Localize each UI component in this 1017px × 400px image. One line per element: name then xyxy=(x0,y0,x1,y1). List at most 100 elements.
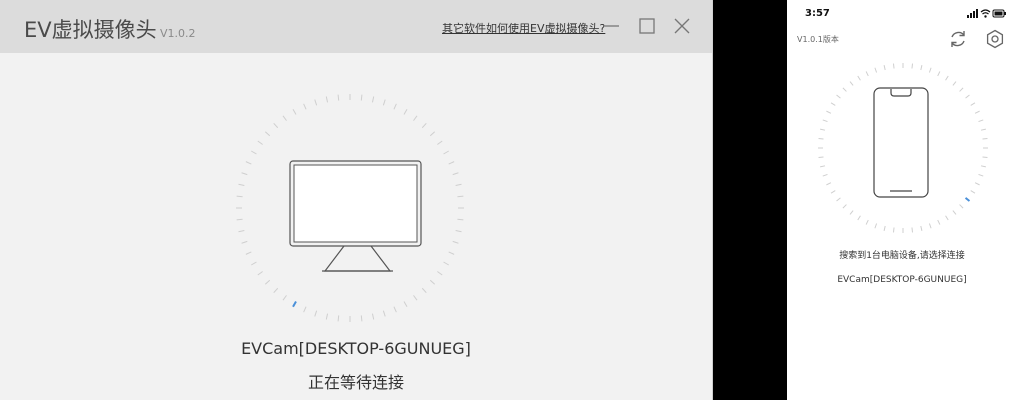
ring-tick xyxy=(273,122,279,129)
minimize-button[interactable] xyxy=(601,15,623,37)
ring-tick xyxy=(264,279,271,285)
ring-tick xyxy=(413,295,418,301)
ring-tick xyxy=(820,165,826,168)
maximize-icon xyxy=(639,18,655,34)
ring-tick xyxy=(982,156,988,159)
ring-tick xyxy=(282,295,287,301)
ring-tick xyxy=(443,150,449,155)
device-list-item[interactable]: EVCam[DESKTOP-6GUNUEG] xyxy=(787,275,1017,285)
help-link[interactable]: 其它软件如何使用EV虚拟摄像头? xyxy=(442,20,605,36)
ring-tick xyxy=(945,215,949,221)
mobile-version: V1.0.1版本 xyxy=(797,35,839,44)
ring-tick xyxy=(371,96,375,103)
ring-tick xyxy=(245,251,252,255)
ring-tick xyxy=(937,71,941,77)
ring-tick xyxy=(830,102,836,106)
ring-tick xyxy=(959,204,964,209)
maximize-button[interactable] xyxy=(636,15,658,37)
ring-tick xyxy=(892,63,895,69)
ring-tick xyxy=(836,197,841,202)
ring-tick xyxy=(257,271,263,276)
ring-tick xyxy=(952,81,957,86)
ring-tick xyxy=(818,137,824,140)
monitor-icon xyxy=(289,160,422,272)
ring-tick-active xyxy=(964,197,971,202)
ring-tick xyxy=(421,287,427,294)
ring-tick xyxy=(238,229,245,233)
ring-tick xyxy=(911,63,914,69)
refresh-icon[interactable] xyxy=(947,28,969,50)
app-version: V1.0.2 xyxy=(160,27,196,40)
ring-tick xyxy=(980,165,986,168)
ring-tick xyxy=(241,240,248,244)
ring-tick xyxy=(236,195,243,198)
ring-tick xyxy=(236,218,243,221)
ring-tick xyxy=(836,94,841,99)
ring-tick xyxy=(303,306,307,313)
ring-tick xyxy=(959,87,964,92)
search-result-message: 搜索到1台电脑设备,请选择连接 xyxy=(839,251,965,261)
ring-tick xyxy=(457,218,464,221)
ring-tick xyxy=(371,313,375,320)
minimize-icon xyxy=(605,25,619,27)
battery-icon xyxy=(992,9,1006,18)
ring-tick xyxy=(314,310,318,317)
ring-tick xyxy=(883,65,886,71)
ring-tick xyxy=(245,161,252,165)
ring-tick xyxy=(393,103,397,110)
ring-tick xyxy=(455,229,462,233)
ring-tick xyxy=(822,119,828,123)
ring-tick xyxy=(928,67,932,73)
searching-ring xyxy=(236,94,464,322)
ring-tick xyxy=(273,287,279,294)
title-bar: EV虚拟摄像头 V1.0.2 其它软件如何使用EV虚拟摄像头? xyxy=(0,0,712,53)
ring-tick xyxy=(978,173,984,177)
ring-tick xyxy=(865,71,869,77)
ring-tick xyxy=(982,137,988,140)
ring-tick xyxy=(937,219,941,225)
background-gap xyxy=(713,0,787,400)
ring-tick xyxy=(820,128,826,131)
ring-tick xyxy=(857,75,861,81)
ring-tick xyxy=(822,173,828,177)
phone-icon xyxy=(873,87,929,198)
wifi-icon xyxy=(980,9,991,18)
ring-tick xyxy=(892,227,895,233)
device-name: EVCam[DESKTOP-6GUNUEG] xyxy=(241,339,471,358)
status-icons xyxy=(967,9,1006,18)
ring-tick xyxy=(928,223,932,229)
ring-tick xyxy=(403,301,408,307)
ring-tick xyxy=(965,94,970,99)
ring-tick xyxy=(883,225,886,231)
ring-tick xyxy=(251,150,257,155)
ring-tick xyxy=(849,210,854,215)
ring-tick xyxy=(970,190,976,194)
ring-tick xyxy=(974,182,980,186)
ring-tick xyxy=(337,315,340,322)
ring-tick xyxy=(978,119,984,123)
mobile-app-screen: 3:57 V1.0.1版本 搜索到1台电脑设备,请选择连接 EVCam[DESK… xyxy=(787,0,1017,400)
ring-tick xyxy=(980,128,986,131)
settings-icon[interactable] xyxy=(985,29,1005,49)
ring-tick xyxy=(382,99,386,106)
ring-tick xyxy=(974,110,980,114)
signal-icon xyxy=(967,9,978,18)
ring-tick xyxy=(842,204,847,209)
ring-tick xyxy=(455,183,462,187)
ring-tick xyxy=(337,94,340,101)
ring-tick xyxy=(818,156,824,159)
ring-tick xyxy=(874,67,878,73)
ring-tick xyxy=(421,122,427,129)
ring-tick xyxy=(920,225,923,231)
ring-tick xyxy=(360,315,363,322)
ring-tick xyxy=(457,195,464,198)
ring-tick xyxy=(429,131,436,137)
close-button[interactable] xyxy=(671,15,693,37)
ring-tick xyxy=(970,102,976,106)
ring-tick xyxy=(437,271,443,276)
app-title: EV虚拟摄像头 xyxy=(24,18,157,42)
ring-tick xyxy=(282,115,287,121)
ring-tick xyxy=(448,251,455,255)
ring-tick xyxy=(251,261,257,266)
ring-tick xyxy=(874,223,878,229)
